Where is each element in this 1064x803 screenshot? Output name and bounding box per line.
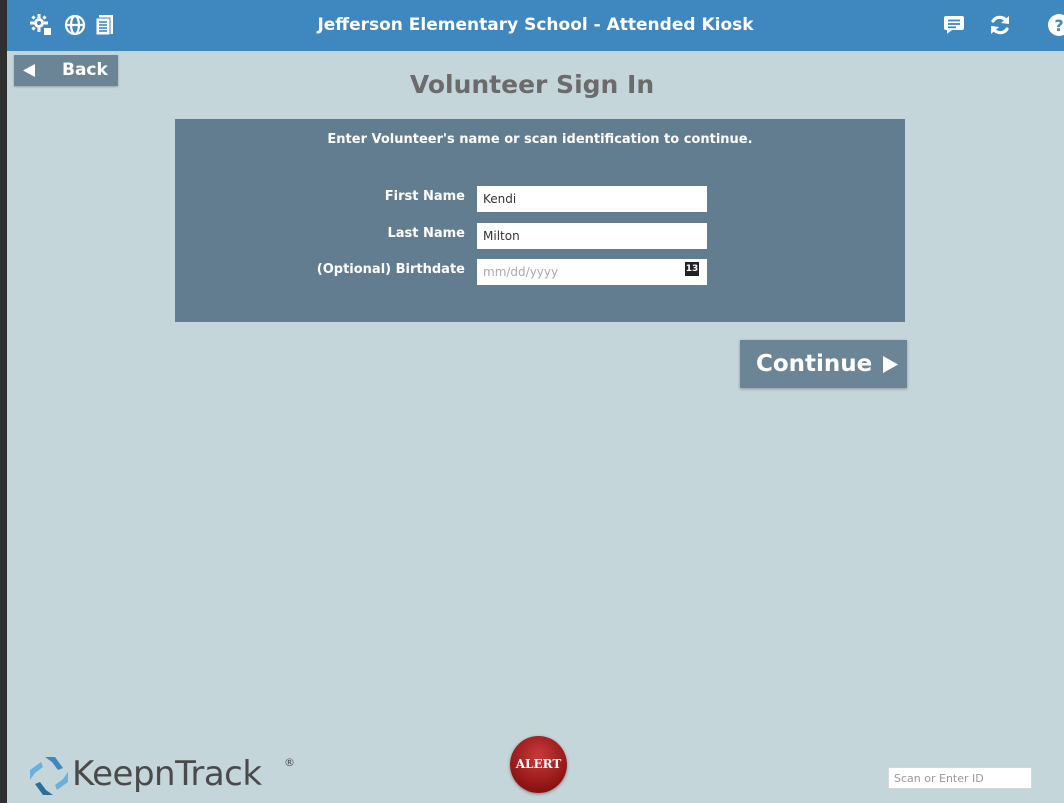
globe-icon[interactable]: [63, 13, 87, 37]
page-title: Volunteer Sign In: [409, 70, 655, 99]
logo-text: KeepnTrack: [72, 754, 262, 794]
last-name-label: Last Name: [387, 226, 465, 241]
birthdate-field[interactable]: [477, 259, 707, 285]
continue-label: Continue: [756, 351, 873, 377]
volunteer-form-panel: Enter Volunteer's name or scan identific…: [175, 119, 905, 322]
document-icon[interactable]: [93, 13, 117, 37]
refresh-icon[interactable]: [988, 13, 1012, 37]
arrow-right-icon: [883, 356, 898, 373]
first-name-label: First Name: [384, 189, 465, 204]
continue-button[interactable]: Continue: [740, 340, 907, 388]
alert-button[interactable]: ALERT: [510, 736, 567, 793]
keepntrack-logo-icon: [30, 757, 68, 795]
logo-registered-mark: ®: [284, 756, 295, 769]
gear-puzzle-icon[interactable]: [29, 13, 53, 37]
left-rail: [0, 51, 7, 803]
help-icon[interactable]: ?: [1047, 13, 1064, 37]
last-name-field[interactable]: [477, 223, 707, 249]
first-name-field[interactable]: [477, 186, 707, 212]
form-instruction: Enter Volunteer's name or scan identific…: [327, 132, 753, 147]
chat-icon[interactable]: [942, 13, 966, 37]
svg-text:?: ?: [1054, 16, 1063, 35]
calendar-icon[interactable]: 13: [685, 262, 699, 276]
scan-id-input[interactable]: [888, 767, 1032, 789]
header-title: Jefferson Elementary School - Attended K…: [317, 15, 754, 35]
birthdate-label: (Optional) Birthdate: [316, 262, 465, 277]
header-bar: Jefferson Elementary School - Attended K…: [0, 0, 1064, 51]
